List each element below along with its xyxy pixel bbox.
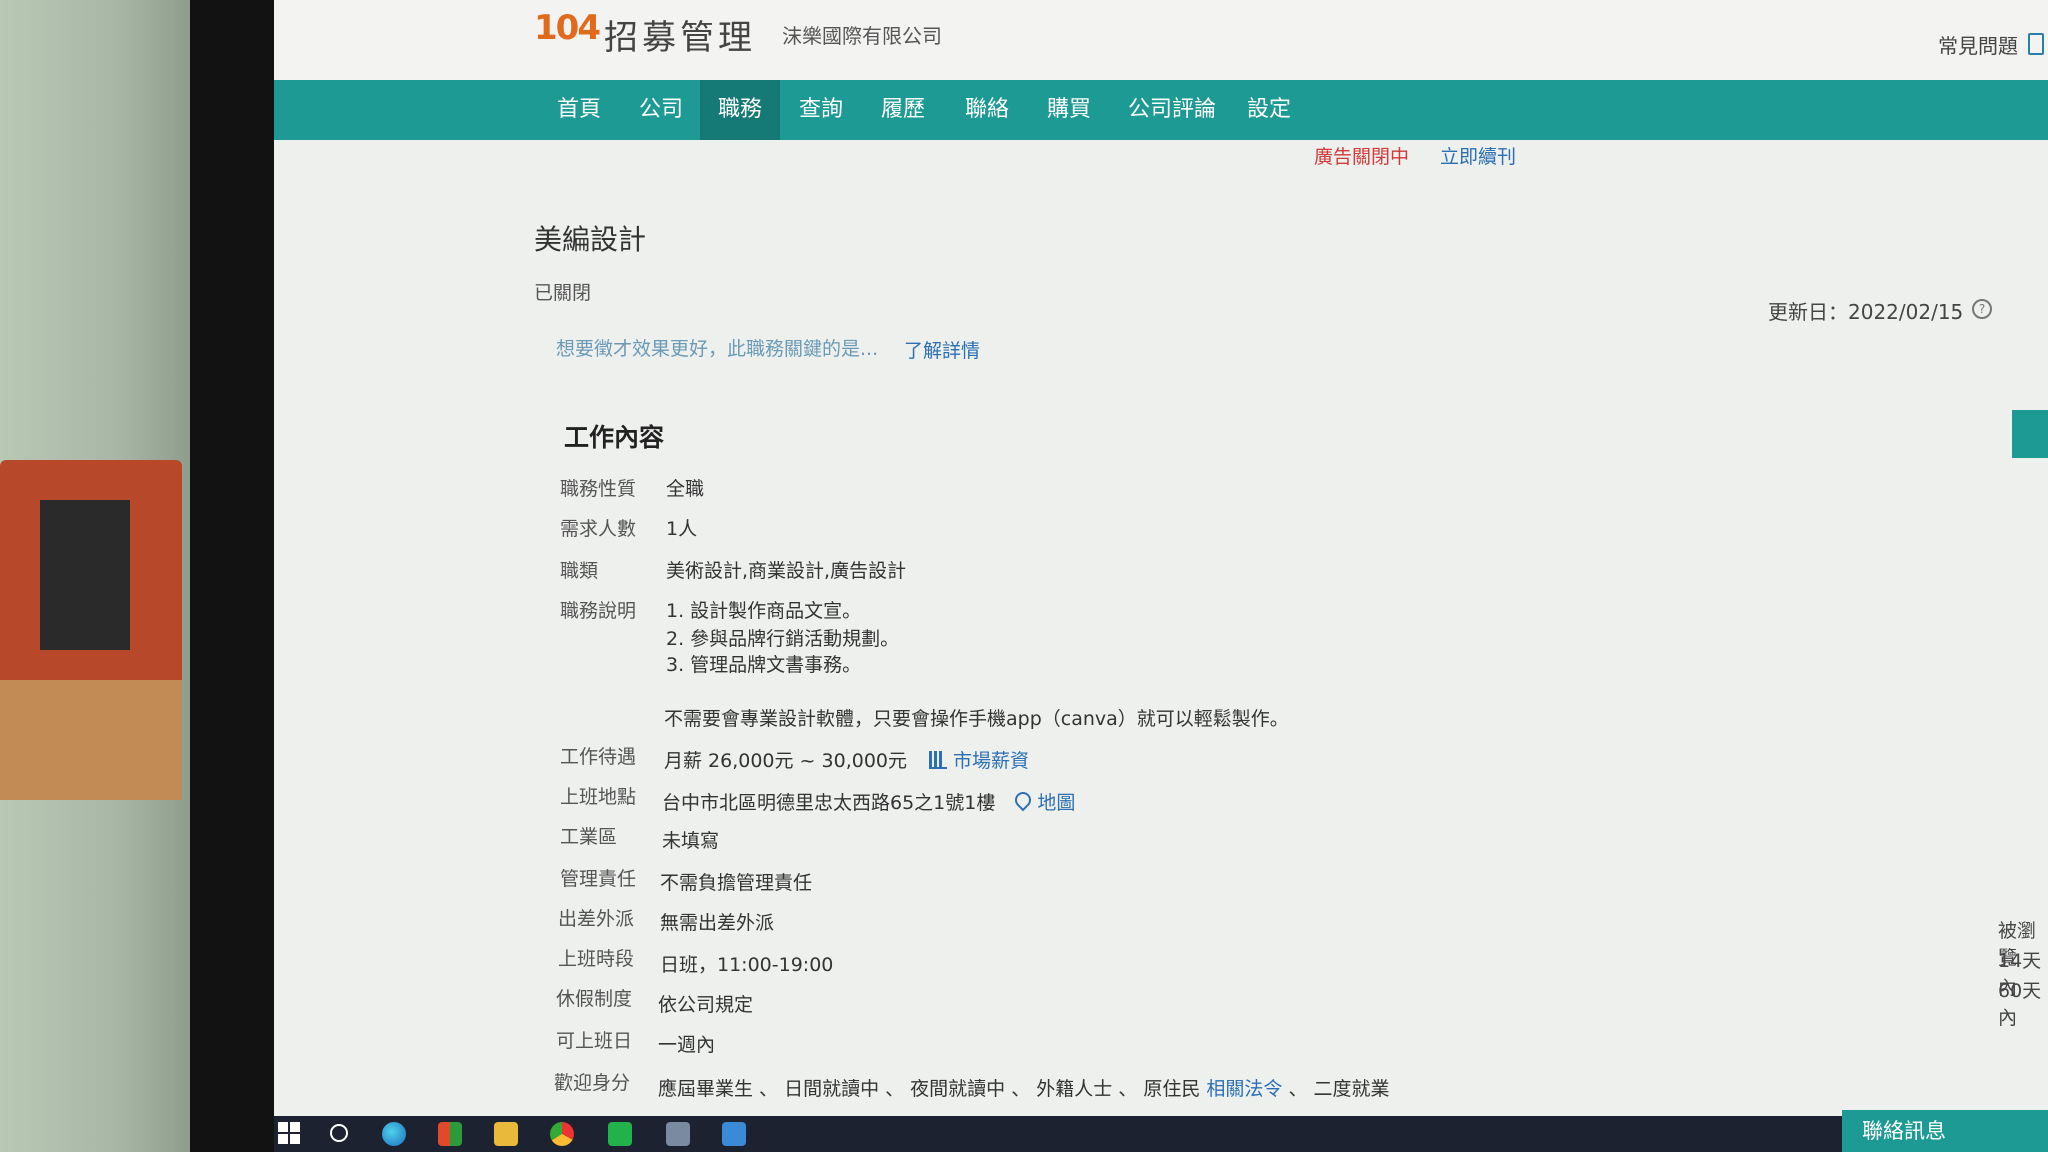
row-label: 休假制度 <box>556 988 633 1010</box>
side-float-tab[interactable] <box>2012 410 2048 458</box>
row-value: 1人 <box>666 518 698 540</box>
row-value: 美術設計,商業設計,廣告設計 <box>666 560 907 582</box>
brand-title[interactable]: 招募管理 <box>604 10 756 59</box>
wood-shelf <box>0 680 182 800</box>
row-label: 上班時段 <box>558 948 635 970</box>
row-label: 職類 <box>560 560 599 582</box>
holder-slot <box>40 500 130 650</box>
description-line: 3. 管理品牌文書事務。 <box>666 654 862 676</box>
file-explorer-icon[interactable] <box>494 1122 518 1146</box>
nav-company[interactable]: 公司 <box>628 80 694 140</box>
row-value: 一週內 <box>658 1034 716 1056</box>
side-stat-label: 60天內 <box>1998 980 2042 1029</box>
nav-jobs[interactable]: 職務 <box>700 80 780 140</box>
row-label: 上班地點 <box>560 786 637 808</box>
map-pin-icon[interactable] <box>1012 788 1035 812</box>
row-label: 需求人數 <box>560 518 637 540</box>
row-value: 不需負擔管理責任 <box>660 872 813 894</box>
description-line: 1. 設計製作商品文宣。 <box>666 600 862 622</box>
browser-screen: 104 招募管理 沫樂國際有限公司 常見問題 首頁 公司 職務 查詢 履歷 聯絡… <box>274 0 2048 1152</box>
renew-link[interactable]: 立即續刊 <box>1440 142 1516 169</box>
main-nav: 首頁 公司 職務 查詢 履歷 聯絡 購買 公司評論 設定 <box>274 80 2048 140</box>
row-label: 職務說明 <box>560 600 637 622</box>
update-date: 更新日：2022/02/15 <box>1768 300 1964 324</box>
faq-link[interactable]: 常見問題 <box>1938 30 2018 59</box>
market-salary-link[interactable]: 市場薪資 <box>953 750 1029 772</box>
nav-search[interactable]: 查詢 <box>788 80 854 140</box>
windows-start-icon[interactable] <box>278 1122 302 1146</box>
row-label: 職務性質 <box>560 478 637 500</box>
nav-home[interactable]: 首頁 <box>546 80 612 140</box>
identity-suffix: 、 二度就業 <box>1288 1078 1390 1100</box>
description-line: 不需要會專業設計軟體，只要會操作手機app（canva）就可以輕鬆製作。 <box>664 708 1289 730</box>
search-icon[interactable] <box>330 1124 348 1142</box>
location-value: 台中市北區明德里忠太西路65之1號1樓 <box>662 792 996 814</box>
row-label: 工業區 <box>560 826 618 848</box>
promo-text: 想要徵才效果更好，此職務關鍵的是... <box>556 338 879 360</box>
nav-resume[interactable]: 履歷 <box>870 80 936 140</box>
phone-icon[interactable] <box>2028 33 2044 55</box>
store-icon[interactable] <box>438 1122 462 1146</box>
row-label: 可上班日 <box>556 1030 633 1052</box>
identity-value: 應屆畢業生 、 日間就讀中 、 夜間就讀中 、 外籍人士 、 原住民 <box>658 1078 1201 1100</box>
background-desk <box>0 0 190 1152</box>
row-label: 管理責任 <box>560 868 637 890</box>
monitor-bezel <box>190 0 274 1152</box>
nav-purchase[interactable]: 購買 <box>1036 80 1102 140</box>
row-value: 未填寫 <box>662 830 720 852</box>
red-holder <box>0 460 182 685</box>
row-value: 依公司規定 <box>658 994 754 1016</box>
ad-status: 廣告關閉中 <box>1314 146 1410 168</box>
chrome-icon[interactable] <box>550 1122 574 1146</box>
photos-icon[interactable] <box>722 1122 746 1146</box>
bar-chart-icon[interactable] <box>929 751 948 769</box>
company-name: 沫樂國際有限公司 <box>782 24 942 48</box>
top-header: 104 招募管理 沫樂國際有限公司 常見問題 <box>274 0 2048 80</box>
app-icon[interactable] <box>666 1122 690 1146</box>
identity-row: 應屆畢業生 、 日間就讀中 、 夜間就讀中 、 外籍人士 、 原住民 相關法令 … <box>658 1074 1389 1101</box>
job-status: 已關閉 <box>534 282 592 304</box>
edge-icon[interactable] <box>382 1122 406 1146</box>
location-row: 台中市北區明德里忠太西路65之1號1樓 地圖 <box>662 788 1075 815</box>
nav-contact[interactable]: 聯絡 <box>954 80 1020 140</box>
help-icon[interactable]: ? <box>1972 299 1992 319</box>
section-title: 工作內容 <box>564 423 665 452</box>
salary-value: 月薪 26,000元 ~ 30,000元 <box>664 750 908 772</box>
row-label: 出差外派 <box>558 908 635 930</box>
regulations-link[interactable]: 相關法令 <box>1206 1078 1282 1100</box>
row-label: 工作待遇 <box>560 746 637 768</box>
line-icon[interactable] <box>608 1122 632 1146</box>
contact-button[interactable]: 聯絡訊息 <box>1842 1110 2048 1152</box>
row-value: 日班，11:00-19:00 <box>660 954 834 976</box>
brand-logo[interactable]: 104 <box>534 8 601 48</box>
salary-row: 月薪 26,000元 ~ 30,000元 市場薪資 <box>664 746 1029 773</box>
description-line: 2. 參與品牌行銷活動規劃。 <box>666 628 900 650</box>
job-title: 美編設計 <box>534 223 647 256</box>
map-link[interactable]: 地圖 <box>1037 792 1075 814</box>
nav-reviews[interactable]: 公司評論 <box>1120 80 1224 140</box>
promo-detail-link[interactable]: 了解詳情 <box>904 336 980 363</box>
nav-settings[interactable]: 設定 <box>1236 80 1302 140</box>
row-value: 無需出差外派 <box>660 912 775 934</box>
row-value: 全職 <box>666 478 705 500</box>
row-label: 歡迎身分 <box>554 1072 631 1094</box>
